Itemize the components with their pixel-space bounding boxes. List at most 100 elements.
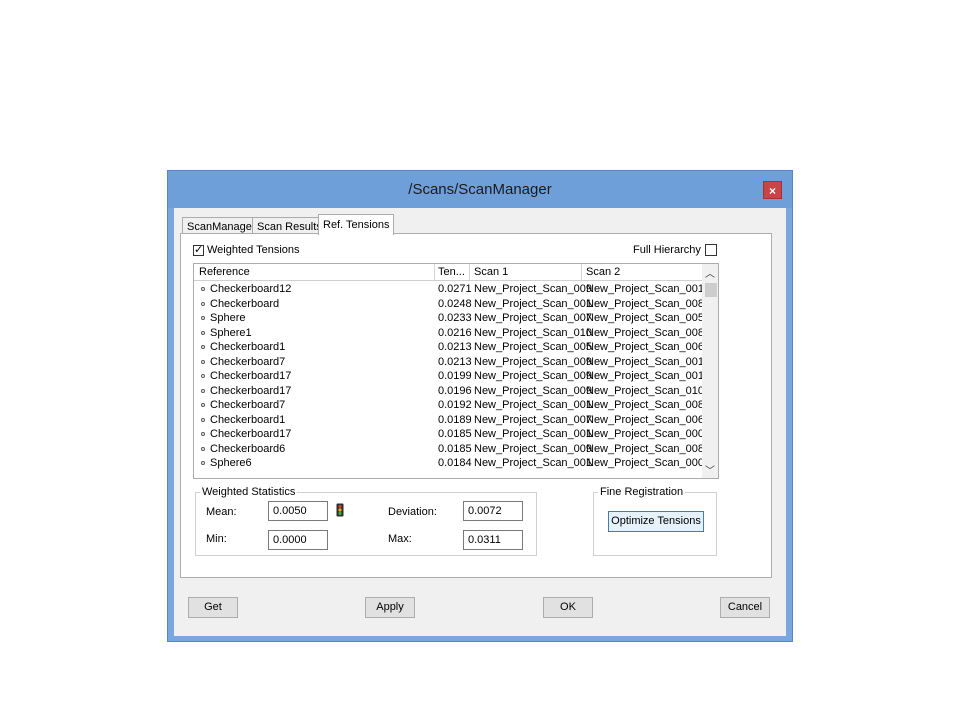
table-row[interactable]: Checkerboard17 0.0185 New_Project_Scan_001…	[194, 428, 704, 443]
reference-cell: Checkerboard7	[210, 399, 286, 411]
tension-cell: 0.0192	[438, 399, 472, 411]
optimize-tensions-button[interactable]: Optimize Tensions	[608, 511, 704, 532]
table-row[interactable]: Checkerboard7 0.0192 New_Project_Scan_001 N…	[194, 399, 704, 414]
scan-manager-window: /Scans/ScanManager × ScanManager Scan Re…	[167, 170, 793, 642]
reference-node-icon	[201, 432, 205, 436]
table-row[interactable]: Checkerboard7 0.0213 New_Project_Scan_009 N…	[194, 355, 705, 371]
scroll-thumb[interactable]	[705, 283, 717, 297]
ok-button[interactable]: OK	[543, 597, 593, 618]
reference-node-icon	[201, 446, 205, 451]
table-row[interactable]: Sphere 0.0233 New_Project_Scan_007 New_Proj…	[194, 312, 705, 327]
reference-node-icon	[201, 301, 205, 306]
scan2-cell: New_Project_Scan_008	[586, 442, 705, 455]
reference-node-icon	[201, 287, 205, 291]
deviation-field[interactable]: 0.0072	[463, 501, 523, 521]
close-button[interactable]: ×	[763, 181, 782, 199]
table-row[interactable]: Checkerboard 0.0248 New_Project_Scan_001 Ne…	[194, 297, 705, 313]
scan1-cell: New_Project_Scan_001	[474, 428, 593, 440]
table-row[interactable]: Sphere1 0.0216 New_Project_Scan_010 New_Pro…	[194, 326, 705, 342]
column-scan1[interactable]: Scan 1	[474, 266, 508, 278]
reference-cell: Checkerboard17	[210, 384, 292, 397]
fine-registration-group: Fine Registration Optimize Tensions	[593, 486, 717, 556]
full-hierarchy-checkbox[interactable]	[705, 244, 717, 256]
scan1-cell: New_Project_Scan_007	[474, 413, 593, 426]
scan1-cell: New_Project_Scan_001	[474, 457, 593, 469]
reference-node-icon	[201, 330, 205, 335]
tension-cell: 0.0216	[438, 326, 472, 339]
scan1-cell: New_Project_Scan_010	[474, 326, 593, 339]
scan1-cell: New_Project_Scan_007	[474, 312, 593, 324]
weighted-statistics-title: Weighted Statistics	[200, 486, 298, 498]
tension-cell: 0.0213	[438, 341, 472, 353]
reference-node-icon	[201, 403, 205, 407]
scroll-up-icon[interactable]: ︿	[705, 265, 715, 280]
reference-node-icon	[201, 345, 205, 349]
weighted-tensions-checkbox[interactable]	[193, 243, 204, 256]
min-label: Min:	[206, 533, 227, 545]
reference-cell: Checkerboard17	[210, 428, 292, 440]
apply-button[interactable]: Apply	[365, 597, 415, 618]
scan1-cell: New_Project_Scan_009	[474, 442, 593, 455]
column-scan2[interactable]: Scan 2	[586, 266, 620, 278]
min-field[interactable]: 0.0000	[268, 530, 328, 550]
table-row[interactable]: Checkerboard6 0.0185 New_Project_Scan_009 N…	[194, 442, 705, 458]
fine-registration-title: Fine Registration	[598, 486, 686, 498]
tension-cell: 0.0185	[438, 428, 472, 440]
weighted-tensions-label: Weighted Tensions	[207, 244, 300, 256]
reference-cell: Checkerboard12	[210, 283, 292, 295]
scan1-cell: New_Project_Scan_009	[474, 384, 593, 397]
scan2-cell: New_Project_Scan_001	[586, 355, 705, 368]
scan2-cell: New_Project_Scan_001	[586, 370, 705, 382]
table-row[interactable]: Checkerboard17 0.0199 New_Project_Scan_009…	[194, 370, 705, 385]
table-row[interactable]: Checkerboard12 0.0271 New_Project_Scan_009…	[194, 283, 704, 298]
table-row[interactable]: Checkerboard17 0.0196 New_Project_Scan_009…	[194, 384, 704, 400]
column-tension[interactable]: Ten...	[438, 266, 465, 278]
table-header: Reference Ten... Scan 1 Scan 2	[194, 264, 702, 281]
tensions-table: Reference Ten... Scan 1 Scan 2 Checkerbo…	[193, 263, 719, 479]
max-field[interactable]: 0.0311	[463, 530, 523, 550]
reference-cell: Sphere	[210, 312, 246, 324]
traffic-light-icon	[336, 503, 344, 517]
scan2-cell: New_Project_Scan_008	[586, 326, 705, 339]
reference-node-icon	[201, 316, 205, 320]
tension-cell: 0.0233	[438, 312, 472, 324]
scan2-cell: New_Project_Scan_008	[586, 297, 705, 310]
tension-cell: 0.0213	[438, 355, 472, 368]
reference-cell: Checkerboard17	[210, 370, 292, 382]
scroll-down-icon[interactable]: ﹀	[705, 462, 715, 477]
deviation-label: Deviation:	[388, 506, 437, 518]
reference-node-icon	[201, 417, 205, 422]
scan2-cell: New_Project_Scan_000	[586, 457, 705, 469]
scan2-cell: New_Project_Scan_005	[586, 312, 705, 324]
table-row[interactable]: Checkerboard1 0.0189 New_Project_Scan_007 N…	[194, 413, 704, 429]
reference-node-icon	[201, 374, 205, 378]
max-label: Max:	[388, 533, 412, 545]
weighted-statistics-group: Weighted Statistics Mean: 0.0050 Deviati…	[195, 486, 537, 556]
column-reference[interactable]: Reference	[199, 266, 250, 278]
get-button[interactable]: Get	[188, 597, 238, 618]
full-hierarchy-label: Full Hierarchy	[633, 244, 701, 256]
scan1-cell: New_Project_Scan_009	[474, 283, 593, 295]
table-row[interactable]: Sphere6 0.0184 New_Project_Scan_001 New_Pro…	[194, 457, 705, 472]
window-title: /Scans/ScanManager	[408, 181, 552, 198]
reference-cell: Sphere1	[210, 326, 252, 339]
tension-cell: 0.0199	[438, 370, 472, 382]
reference-cell: Checkerboard7	[210, 355, 286, 368]
reference-cell: Checkerboard1	[210, 413, 286, 426]
cancel-button[interactable]: Cancel	[720, 597, 770, 618]
mean-field[interactable]: 0.0050	[268, 501, 328, 521]
scan1-cell: New_Project_Scan_001	[474, 399, 593, 411]
table-row[interactable]: Checkerboard1 0.0213 New_Project_Scan_005 N…	[194, 341, 704, 356]
reference-node-icon	[201, 359, 205, 364]
scan1-cell: New_Project_Scan_005	[474, 341, 593, 353]
scan1-cell: New_Project_Scan_009	[474, 355, 593, 368]
tab-panel: Weighted Tensions Full Hierarchy Referen…	[180, 233, 772, 578]
title-bar[interactable]: /Scans/ScanManager ×	[168, 171, 792, 208]
reference-node-icon	[201, 388, 205, 393]
reference-cell: Sphere6	[210, 457, 252, 469]
vertical-scrollbar[interactable]: ︿ ﹀	[702, 264, 718, 478]
reference-node-icon	[201, 461, 205, 465]
tension-cell: 0.0184	[438, 457, 472, 469]
scan1-cell: New_Project_Scan_009	[474, 370, 593, 382]
tab-ref-tensions[interactable]: Ref. Tensions	[318, 214, 395, 235]
